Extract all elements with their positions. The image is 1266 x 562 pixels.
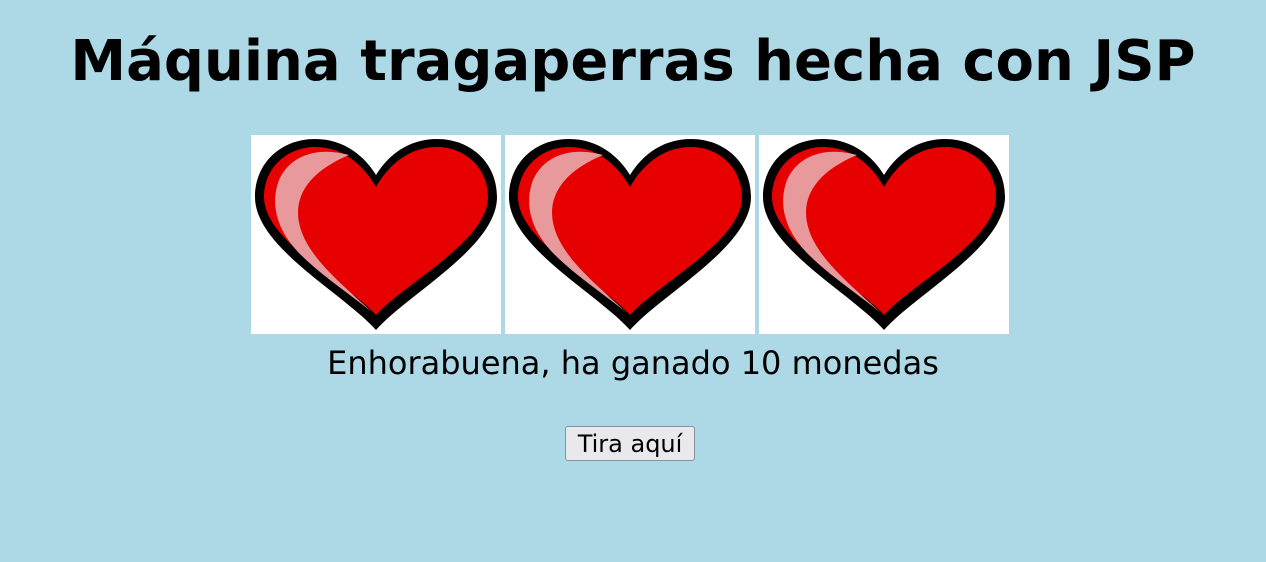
heart-icon (509, 139, 751, 330)
heart-icon (255, 139, 497, 330)
heart-icon (763, 139, 1005, 330)
reel-2 (505, 135, 755, 334)
reel-3 (759, 135, 1009, 334)
reel-1 (251, 135, 501, 334)
slot-reels (251, 135, 1009, 334)
spin-button[interactable]: Tira aquí (565, 426, 695, 461)
page-title: Máquina tragaperras hecha con JSP (70, 29, 1196, 94)
result-message: Enhorabuena, ha ganado 10 monedas (327, 344, 939, 382)
